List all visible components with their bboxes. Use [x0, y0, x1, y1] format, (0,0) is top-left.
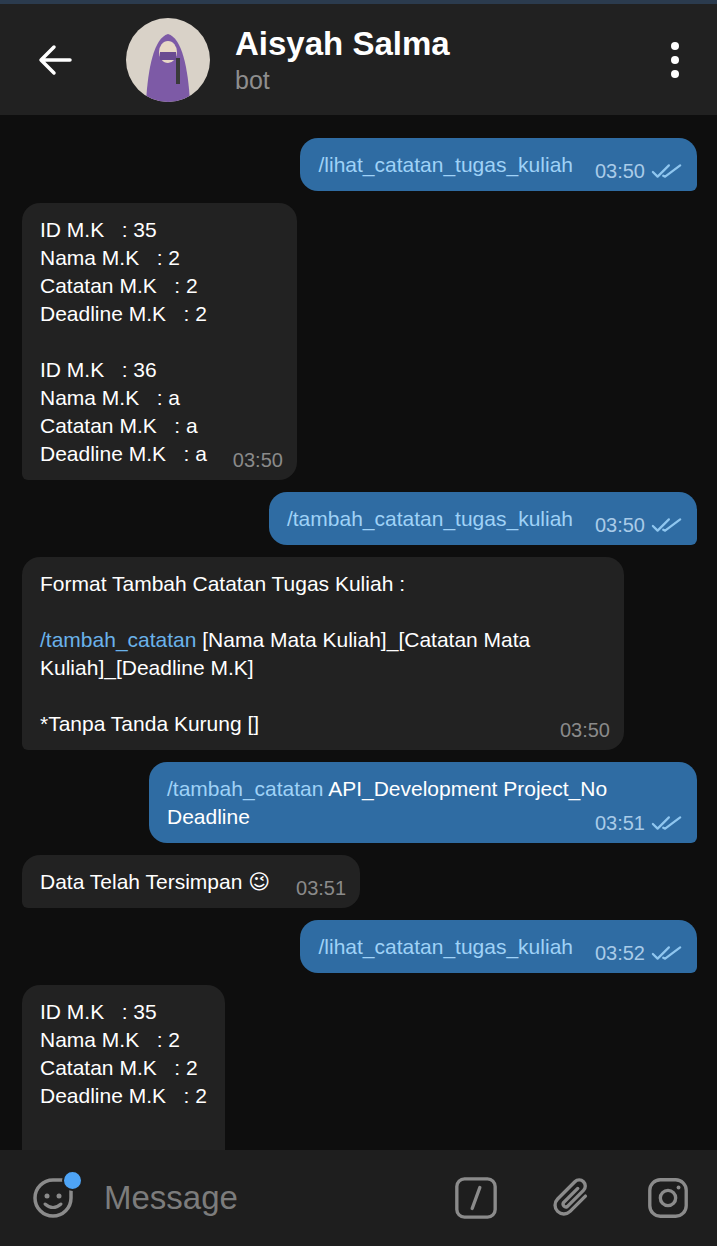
message-text: Catatan M.K : 2: [40, 1056, 198, 1079]
message-row: Format Tambah Catatan Tugas Kuliah : /tam…: [22, 557, 697, 750]
read-ticks-icon: [651, 516, 683, 534]
message-bubble[interactable]: /lihat_catatan_tugas_kuliah 03:52: [300, 920, 697, 973]
avatar-icon[interactable]: [126, 18, 210, 102]
message-line: Catatan M.K : 2: [40, 272, 279, 300]
camera-icon[interactable]: [645, 1175, 691, 1221]
message-text: Catatan M.K : a: [40, 414, 198, 437]
message-line: [40, 598, 606, 626]
message-row: /tambah_catatan_tugas_kuliah 03:50: [22, 492, 697, 545]
message-time: 03:51: [296, 876, 346, 900]
message-bubble[interactable]: Format Tambah Catatan Tugas Kuliah : /tam…: [22, 557, 624, 750]
message-row: ID M.K : 35 Nama M.K : 2 Catatan M.K : 2 De…: [22, 985, 697, 1150]
message-line: *Tanpa Tanda Kurung []: [40, 710, 606, 738]
message-bubble[interactable]: /lihat_catatan_tugas_kuliah 03:50: [300, 138, 697, 191]
message-meta: 03:51: [595, 811, 683, 835]
bot-command[interactable]: /lihat_catatan_tugas_kuliah: [318, 153, 573, 176]
message-meta: 03:50: [560, 718, 610, 742]
message-text: ID M.K : 35: [40, 218, 157, 241]
message-text: Nama M.K : a: [40, 386, 180, 409]
message-line: Deadline M.K : 2: [40, 300, 279, 328]
message-text: ID M.K : 35: [40, 1000, 157, 1023]
notification-dot: [62, 1170, 83, 1191]
chat-header: Aisyah Salmabot: [0, 4, 717, 115]
bot-command[interactable]: /lihat_catatan_tugas_kuliah: [318, 935, 573, 958]
message-meta: 03:51: [296, 876, 346, 900]
message-bubble[interactable]: Data Telah Tersimpan 😉 03:51: [22, 855, 360, 908]
sticker-button[interactable]: [29, 1174, 77, 1222]
message-bubble[interactable]: ID M.K : 35 Nama M.K : 2 Catatan M.K : 2 De…: [22, 985, 225, 1150]
message-text: Data Telah Tersimpan: [40, 870, 248, 893]
message-text: Catatan M.K : 2: [40, 274, 198, 297]
message-row: Data Telah Tersimpan 😉 03:51: [22, 855, 697, 908]
message-time: 03:50: [595, 159, 645, 183]
message-line: Format Tambah Catatan Tugas Kuliah :: [40, 570, 606, 598]
message-text: Nama M.K : 2: [40, 1028, 180, 1051]
message-line: Catatan M.K : 2: [40, 1054, 207, 1082]
message-text: Deadline M.K : a: [40, 442, 207, 465]
read-ticks-icon: [651, 162, 683, 180]
message-composer: Message: [0, 1150, 717, 1246]
bot-command[interactable]: /tambah_catatan_tugas_kuliah: [287, 507, 573, 530]
message-text: Format Tambah Catatan Tugas Kuliah :: [40, 572, 405, 595]
message-row: /lihat_catatan_tugas_kuliah 03:50: [22, 138, 697, 191]
message-text: Nama M.K : 2: [40, 246, 180, 269]
message-line: Catatan M.K : a: [40, 412, 279, 440]
message-text: ID M.K : 36: [40, 358, 157, 381]
message-line: Nama M.K : 2: [40, 244, 279, 272]
message-bubble[interactable]: /tambah_catatan API_Development Project_…: [149, 762, 697, 843]
back-arrow-icon[interactable]: [37, 42, 73, 78]
bot-command[interactable]: /tambah_catatan: [40, 628, 196, 651]
message-time: 03:50: [233, 448, 283, 472]
message-line: ID M.K : 35: [40, 216, 279, 244]
message-meta: 03:50: [233, 448, 283, 472]
bot-command[interactable]: /tambah_catatan: [167, 777, 323, 800]
message-meta: 03:52: [595, 941, 683, 965]
message-bubble[interactable]: /tambah_catatan_tugas_kuliah 03:50: [269, 492, 697, 545]
read-ticks-icon: [651, 944, 683, 962]
chat-title[interactable]: Aisyah Salmabot: [235, 24, 669, 96]
message-bubble[interactable]: ID M.K : 35 Nama M.K : 2 Catatan M.K : 2 De…: [22, 203, 297, 480]
message-line: ID M.K : 35: [40, 998, 207, 1026]
message-text: 😉: [248, 870, 270, 893]
contact-status: bot: [235, 64, 669, 96]
contact-name: Aisyah Salma: [235, 24, 669, 64]
time-spacer: [259, 730, 331, 731]
message-meta: 03:50: [595, 513, 683, 537]
message-time: 03:50: [595, 513, 645, 537]
message-line: ID M.K : 36: [40, 356, 279, 384]
message-line: Deadline M.K : 2: [40, 1082, 207, 1110]
message-time: 03:51: [595, 811, 645, 835]
read-ticks-icon: [651, 814, 683, 832]
attachment-icon[interactable]: [549, 1175, 595, 1221]
message-line: [40, 328, 279, 356]
message-line: /tambah_catatan [Nama Mata Kuliah]_[Cata…: [40, 626, 606, 682]
message-row: /lihat_catatan_tugas_kuliah 03:52: [22, 920, 697, 973]
message-time: 03:52: [595, 941, 645, 965]
message-row: ID M.K : 35 Nama M.K : 2 Catatan M.K : 2 De…: [22, 203, 697, 480]
message-meta: 03:50: [595, 159, 683, 183]
message-line: Nama M.K : 2: [40, 1026, 207, 1054]
message-text: *Tanpa Tanda Kurung []: [40, 712, 259, 735]
message-time: 03:50: [560, 718, 610, 742]
message-row: /tambah_catatan API_Development Project_…: [22, 762, 697, 843]
more-menu-icon[interactable]: [669, 40, 681, 80]
message-input[interactable]: Message: [104, 1178, 403, 1218]
message-line: Nama M.K : a: [40, 384, 279, 412]
message-text: Deadline M.K : 2: [40, 302, 207, 325]
message-line: [40, 682, 606, 710]
telegram-chat-screen: Aisyah Salmabot/lihat_catatan_tugas_kuli…: [0, 0, 717, 1246]
message-list: /lihat_catatan_tugas_kuliah03:50ID M.K :…: [0, 115, 717, 1150]
message-text: Deadline M.K : 2: [40, 1084, 207, 1107]
bot-command-icon[interactable]: [453, 1175, 499, 1221]
time-spacer: [250, 823, 358, 824]
